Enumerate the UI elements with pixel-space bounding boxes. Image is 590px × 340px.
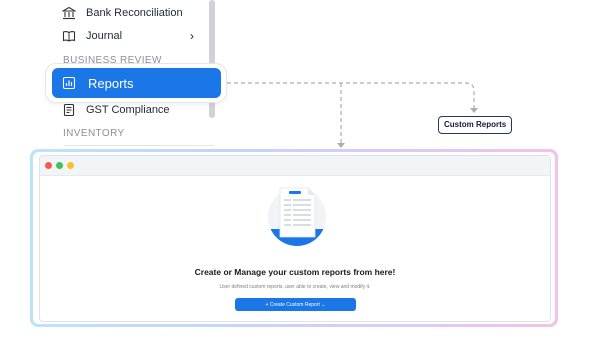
create-custom-report-button[interactable]: + Create Custom Report ⌄ bbox=[235, 298, 356, 311]
custom-reports-callout: Custom Reports bbox=[438, 116, 513, 134]
chevron-right-icon[interactable]: › bbox=[190, 29, 194, 43]
maximize-dot-icon[interactable] bbox=[56, 162, 63, 169]
reports-highlight: Reports bbox=[46, 64, 226, 102]
sidebar-item-gst-compliance[interactable]: GST Compliance bbox=[62, 99, 170, 121]
empty-state-headline: Create or Manage your custom reports fro… bbox=[194, 267, 396, 277]
sidebar-item-label: Journal bbox=[86, 30, 123, 42]
custom-reports-window: Create or Manage your custom reports fro… bbox=[33, 152, 555, 324]
book-icon bbox=[62, 29, 76, 43]
bank-icon bbox=[62, 6, 76, 20]
section-title-inventory: INVENTORY bbox=[63, 128, 125, 139]
window-titlebar bbox=[40, 156, 550, 176]
empty-state-subtext: User defined custom reports, user able t… bbox=[219, 284, 371, 290]
sidebar-item-bank-reconciliation[interactable]: Bank Reconciliation bbox=[62, 2, 183, 24]
sidebar-item-reports[interactable]: Reports bbox=[52, 68, 221, 98]
sidebar-item-label: Bank Reconciliation bbox=[86, 7, 183, 19]
bar-chart-icon bbox=[62, 76, 76, 90]
close-dot-icon[interactable] bbox=[45, 162, 52, 169]
sidebar-item-journal[interactable]: Journal › bbox=[62, 25, 212, 47]
report-document-illustration-icon bbox=[268, 187, 326, 246]
sidebar-item-label: GST Compliance bbox=[86, 104, 170, 116]
minimize-dot-icon[interactable] bbox=[67, 162, 74, 169]
receipt-icon bbox=[62, 103, 76, 117]
divider bbox=[64, 145, 214, 146]
sidebar-item-label: Reports bbox=[88, 75, 134, 91]
